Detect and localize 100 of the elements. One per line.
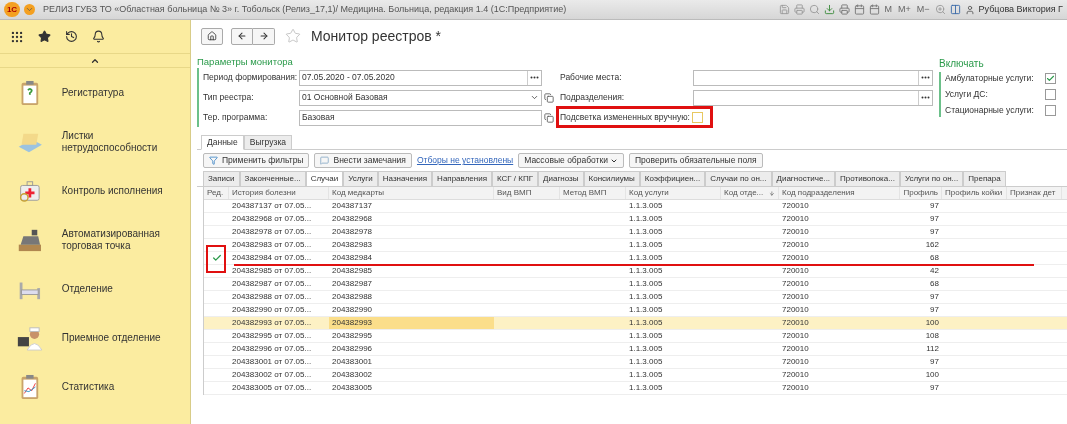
tab[interactable]: Записи — [203, 171, 240, 186]
table-row[interactable]: 204383001 от 07.05... 204383001 1.1.3.005 720010 97 — [204, 356, 1067, 369]
tab[interactable]: Препара — [963, 171, 1006, 186]
field-label: Подразделения: — [560, 91, 626, 104]
table-cell: 1.1.3.005 — [629, 200, 663, 212]
tab[interactable]: Назначения — [377, 171, 433, 186]
checkbox[interactable] — [1045, 105, 1056, 116]
tab[interactable]: Случаи — [305, 171, 344, 186]
checkbox[interactable] — [691, 111, 703, 123]
tab[interactable]: Случаи по он... — [705, 171, 772, 186]
more-button[interactable] — [918, 90, 932, 105]
column-header[interactable]: История болезни — [232, 187, 296, 199]
toolbar-button[interactable]: Внести замечания — [314, 153, 412, 168]
menu-icon[interactable] — [24, 4, 35, 15]
table-cell: 204382984 — [332, 252, 373, 264]
table-cell: 1.1.3.005 — [629, 226, 663, 238]
input-field[interactable] — [693, 89, 933, 106]
tab[interactable]: Консилиумы — [583, 171, 640, 186]
column-header[interactable]: Метод ВМП — [563, 187, 607, 199]
notifications-icon[interactable] — [92, 30, 105, 43]
toolbar-button[interactable]: Проверить обязательные поля — [628, 153, 763, 168]
calendar-icon[interactable] — [868, 4, 880, 15]
table-row[interactable]: 204382996 от 07.05... 204382996 1.1.3.005 720010 112 — [204, 343, 1067, 356]
sidebar-item[interactable]: Регистратура — [61, 86, 182, 99]
memory-button[interactable]: M− — [915, 2, 931, 17]
sidebar-item[interactable]: Контроль исполнения — [61, 184, 182, 197]
tab[interactable]: Коэффициен... — [639, 171, 706, 186]
table-cell: 204383005 от 07.05... — [232, 382, 312, 394]
user-name[interactable]: Рубцова Виктория Г — [978, 2, 1063, 17]
table-cell: 97 — [930, 213, 939, 225]
table-row[interactable]: 204382987 от 07.05... 204382987 1.1.3.005 720010 68 — [204, 278, 1067, 291]
column-header[interactable]: Код услуги — [629, 187, 669, 199]
tab[interactable]: Направления — [432, 171, 492, 186]
tab[interactable]: Противопока... — [835, 171, 900, 186]
input-field[interactable]: 01 Основной Базовая — [299, 89, 542, 106]
column-header[interactable]: Ред. — [207, 187, 224, 199]
home-button[interactable] — [201, 27, 223, 45]
column-header[interactable]: Профиль — [903, 187, 938, 199]
printer-icon[interactable] — [838, 4, 850, 15]
memory-button[interactable]: M — [883, 2, 894, 17]
zoom-icon[interactable] — [934, 4, 946, 15]
column-header[interactable]: Код медкарты — [332, 187, 385, 199]
favorites-icon[interactable] — [38, 30, 51, 43]
toolbar-button[interactable]: Применить фильтры — [203, 153, 310, 168]
table-row[interactable]: 204382993 от 07.05... 204382993 1.1.3.005 720010 100 — [204, 317, 1067, 330]
memory-button[interactable]: M+ — [897, 2, 912, 17]
table-row[interactable]: 204383005 от 07.05... 204383005 1.1.3.005 720010 97 — [204, 382, 1067, 395]
sidebar-item[interactable]: Приемное отделение — [61, 331, 182, 344]
input-field[interactable]: Базовая — [299, 109, 542, 126]
checkbox[interactable] — [1045, 73, 1056, 84]
search-icon[interactable] — [808, 4, 820, 15]
input-field[interactable] — [693, 69, 933, 86]
table-row[interactable]: 204382995 от 07.05... 204382995 1.1.3.005 720010 108 — [204, 330, 1067, 343]
tab[interactable]: Услуги по он... — [899, 171, 964, 186]
menu-button[interactable]: Массовые обработки — [518, 153, 624, 168]
sidebar-item[interactable]: Статистика — [61, 380, 182, 393]
table-cell: 720010 — [782, 356, 809, 368]
tab[interactable]: КСГ / КПГ — [491, 171, 539, 186]
column-header[interactable]: Код отде... — [724, 187, 764, 199]
table-cell: 204382996 от 07.05... — [232, 343, 312, 355]
app-logo: 1С — [4, 2, 20, 17]
tab[interactable]: Данные — [201, 135, 244, 150]
sidebar-item[interactable]: Отделение — [61, 282, 182, 295]
calendar-icon[interactable] — [853, 4, 865, 15]
tab[interactable]: Диагнозы — [538, 171, 584, 186]
open-icon[interactable] — [544, 92, 554, 103]
filters-link[interactable]: Отборы не установлены — [416, 154, 514, 167]
column-header[interactable]: Вид ВМП — [497, 187, 532, 199]
more-button[interactable] — [527, 70, 541, 85]
back-button[interactable] — [231, 27, 253, 45]
column-header[interactable]: Код подразделения — [782, 187, 855, 199]
forward-button[interactable] — [253, 27, 275, 45]
input-field[interactable]: 07.05.2020 - 07.05.2020 — [299, 69, 542, 86]
dropdown-icon[interactable] — [530, 93, 539, 102]
sidebar-item[interactable]: Листки нетрудоспособности — [61, 129, 182, 154]
tab[interactable]: Диагностиче... — [771, 171, 836, 186]
tab[interactable]: Законченные... — [239, 171, 306, 186]
download-icon[interactable] — [823, 4, 835, 15]
tab[interactable]: Услуги — [343, 171, 378, 186]
dots-icon — [530, 76, 539, 79]
open-icon[interactable] — [544, 112, 554, 123]
table-row[interactable]: 204382968 от 07.05... 204382968 1.1.3.005 720010 97 — [204, 213, 1067, 226]
column-header[interactable]: Профиль койки — [945, 187, 1003, 199]
grid-menu-icon[interactable] — [10, 29, 24, 44]
panels-icon[interactable] — [949, 4, 961, 15]
print-icon[interactable] — [793, 4, 805, 15]
table-row[interactable]: 204382983 от 07.05... 204382983 1.1.3.005 720010 162 — [204, 239, 1067, 252]
table-row[interactable]: 204382990 от 07.05... 204382990 1.1.3.005 720010 97 — [204, 304, 1067, 317]
column-header[interactable]: Признак дет — [1010, 187, 1056, 199]
tab[interactable]: Выгрузка — [243, 135, 292, 150]
save-icon[interactable] — [778, 4, 790, 15]
more-button[interactable] — [918, 70, 932, 85]
table-row[interactable]: 204383002 от 07.05... 204383002 1.1.3.005 720010 100 — [204, 369, 1067, 382]
checkbox[interactable] — [1045, 89, 1056, 100]
table-row[interactable]: 204382978 от 07.05... 204382978 1.1.3.005 720010 97 — [204, 226, 1067, 239]
favorite-star-icon[interactable] — [285, 28, 301, 44]
history-icon[interactable] — [65, 30, 78, 43]
sidebar-item[interactable]: Автоматизированная торговая точка — [61, 227, 182, 252]
table-row[interactable]: 204387137 от 07.05... 204387137 1.1.3.005 720010 97 — [204, 200, 1067, 213]
table-row[interactable]: 204382988 от 07.05... 204382988 1.1.3.005 720010 97 — [204, 291, 1067, 304]
